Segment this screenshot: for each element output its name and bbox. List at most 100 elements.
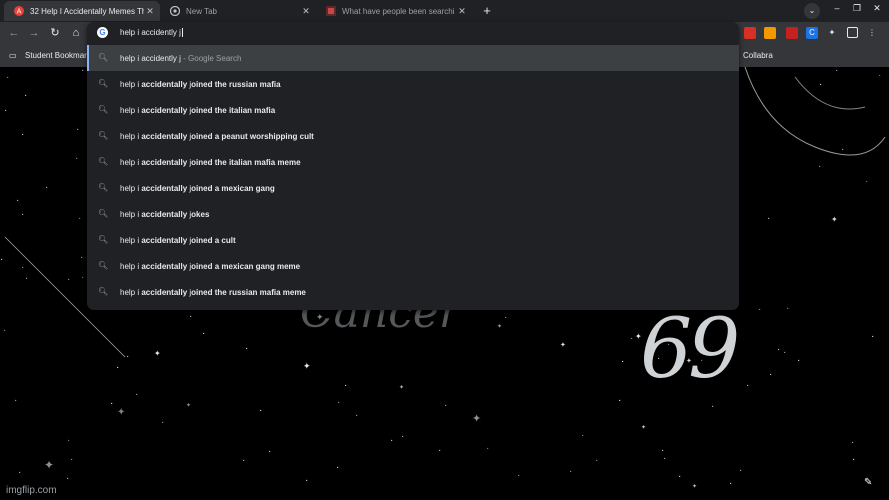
reload-icon[interactable]: ↻	[48, 26, 62, 40]
star: ·	[569, 466, 573, 477]
star: ·	[767, 213, 771, 224]
star: ✦	[186, 403, 192, 409]
suggestion-item[interactable]: 🔍︎ help i accidentally jokes	[87, 201, 739, 227]
tab-what-people-searching[interactable]: What have people been searchi ✕	[316, 1, 472, 21]
tab-title: 32 Help I Accidentally Memes Th	[30, 6, 144, 16]
search-icon: 🔍︎	[98, 235, 109, 244]
search-icon: 🔍︎	[98, 183, 109, 192]
star: ·	[337, 397, 341, 408]
star: ·	[401, 431, 405, 442]
imgflip-logo-icon	[326, 6, 336, 16]
search-icon: 🔍︎	[98, 79, 109, 88]
search-icon: 🔍︎	[98, 53, 109, 62]
tab-title: What have people been searchi	[342, 6, 455, 16]
suggestion-suffix: - Google Search	[180, 54, 242, 63]
star: ✦	[641, 425, 647, 431]
restore-icon[interactable]: ❐	[849, 3, 865, 14]
tab-search-icon[interactable]: ⌄	[804, 3, 820, 19]
star: ✦	[117, 407, 126, 418]
star: ·	[305, 475, 309, 486]
puzzle-icon[interactable]: ✦	[826, 27, 838, 39]
minimize-icon[interactable]: –	[829, 3, 845, 13]
star: ·	[871, 331, 875, 342]
suggestion-text: help i accidentally joined the italian m…	[120, 158, 301, 167]
star: ·	[16, 195, 20, 206]
star: ·	[268, 446, 272, 457]
new-tab-button[interactable]: +	[478, 2, 496, 20]
star: ·	[797, 355, 801, 366]
svg-text:A: A	[17, 8, 22, 16]
star: ✦	[831, 215, 838, 224]
star: ✦	[560, 342, 566, 349]
search-icon: 🔍︎	[98, 105, 109, 114]
star: ·	[78, 213, 82, 224]
bookmark-student[interactable]: Student Bookmar	[25, 51, 87, 60]
star: ✦	[154, 349, 161, 358]
star: ·	[21, 129, 25, 140]
star: ·	[161, 417, 165, 428]
back-icon[interactable]: ←	[7, 26, 21, 40]
star: ·	[75, 153, 79, 164]
forward-icon[interactable]: →	[27, 26, 41, 40]
star: ✦	[399, 385, 405, 391]
star: ·	[739, 465, 743, 476]
star: ·	[336, 462, 340, 473]
search-icon: 🔍︎	[98, 261, 109, 270]
star: ·	[783, 347, 787, 358]
star: ·	[24, 90, 28, 101]
suggestion-google-search[interactable]: 🔍︎ help i accidently j - Google Search	[87, 45, 739, 71]
star: ·	[517, 470, 521, 481]
extension-orange-icon[interactable]	[764, 27, 776, 39]
suggestion-text: help i accidentally joined the italian m…	[120, 106, 276, 115]
suggestion-text: help i accidentally joined a peanut wors…	[120, 132, 314, 141]
suggestion-item[interactable]: 🔍︎ help i accidentally joined the russian…	[87, 279, 739, 305]
suggestion-item[interactable]: 🔍︎ help i accidentally joined a mexican g…	[87, 253, 739, 279]
star: ·	[189, 311, 193, 322]
star: ·	[355, 410, 359, 421]
star: ·	[242, 455, 246, 466]
extension-c-icon[interactable]: C	[806, 27, 818, 39]
folder-icon: ▭	[9, 51, 17, 60]
star: ·	[344, 380, 348, 391]
search-icon: 🔍︎	[98, 157, 109, 166]
star: ·	[21, 209, 25, 220]
watermark: imgflip.com	[6, 485, 57, 496]
close-icon[interactable]: ✕	[456, 6, 468, 17]
star: ·	[390, 435, 394, 446]
star: ·	[758, 304, 762, 315]
star: ·	[769, 369, 773, 380]
cancer-sign: 69	[640, 302, 740, 397]
close-icon[interactable]: ✕	[300, 6, 312, 17]
side-panel-icon[interactable]	[847, 27, 858, 38]
suggestion-item[interactable]: 🔍︎ help i accidentally joined a peanut wo…	[87, 123, 739, 149]
suggestion-item[interactable]: 🔍︎ help i accidentally joined the italian…	[87, 97, 739, 123]
suggestion-text: help i accidentally joined the russian m…	[120, 288, 306, 297]
extension-red-icon[interactable]	[744, 27, 756, 39]
bookmark-collabra[interactable]: Collabra	[743, 51, 773, 60]
menu-icon[interactable]: ⋮	[866, 27, 878, 39]
star: ·	[618, 395, 622, 406]
star: ·	[76, 124, 80, 135]
extension-record-icon[interactable]	[786, 27, 798, 39]
star: ·	[438, 445, 442, 456]
suggestion-item[interactable]: 🔍︎ help i accidentally joined a cult	[87, 227, 739, 253]
chrome-icon	[169, 5, 181, 17]
suggestion-item[interactable]: 🔍︎ help i accidentally joined the russian…	[87, 71, 739, 97]
tab-imgflip-memes[interactable]: A 32 Help I Accidentally Memes Th ✕	[4, 1, 160, 21]
suggestion-item[interactable]: 🔍︎ help i accidentally joined a mexican g…	[87, 175, 739, 201]
pencil-icon[interactable]: ✎	[864, 477, 872, 488]
search-icon: 🔍︎	[98, 131, 109, 140]
star: ·	[67, 435, 71, 446]
omnibox-input[interactable]: G help i accidently j	[87, 22, 739, 44]
suggestion-typed: help i accidently j	[120, 54, 181, 63]
tab-new-tab[interactable]: New Tab ✕	[160, 1, 316, 21]
suggestion-text: help i accidentally jokes	[120, 210, 210, 219]
omnibox-dropdown: G help i accidently j 🔍︎ help i accident…	[87, 22, 739, 310]
star: ·	[245, 343, 249, 354]
close-icon[interactable]: ✕	[144, 6, 156, 17]
home-icon[interactable]: ⌂	[69, 26, 83, 40]
star: ·	[504, 312, 508, 323]
star: ·	[14, 395, 18, 406]
close-window-icon[interactable]: ✕	[869, 3, 885, 14]
suggestion-item[interactable]: 🔍︎ help i accidentally joined the italian…	[87, 149, 739, 175]
